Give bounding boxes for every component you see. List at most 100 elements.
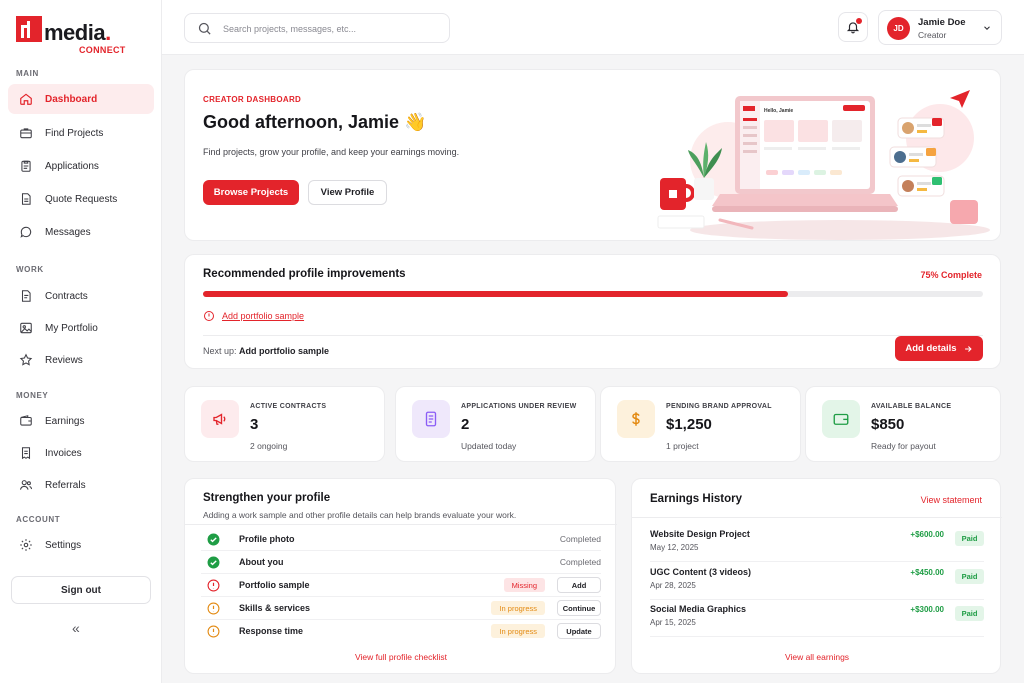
stat-label: PENDING BRAND APPROVAL: [666, 403, 772, 410]
hero-eyebrow: CREATOR DASHBOARD: [203, 95, 302, 104]
alert-circle-icon: [204, 311, 214, 321]
checklist-label: Response time: [239, 626, 304, 636]
sidebar-item-label: My Portfolio: [45, 322, 98, 334]
stat-label: AVAILABLE BALANCE: [871, 403, 952, 410]
earning-project-name: Social Media Graphics: [650, 604, 747, 614]
add-portfolio-sample-link[interactable]: Add portfolio sample: [203, 310, 304, 322]
sidebar-item-messages[interactable]: Messages: [8, 217, 154, 247]
screen-greeting: Hello, Jamie: [764, 108, 793, 114]
improvements-title: Recommended profile improvements: [203, 268, 406, 280]
earning-date: Apr 15, 2025: [650, 618, 696, 627]
notifications-button[interactable]: [838, 12, 868, 42]
sidebar-item-contracts[interactable]: Contracts: [8, 281, 154, 311]
megaphone-icon: [201, 400, 239, 438]
checklist-row-skills-services: Skills & services In progress Continue: [201, 598, 601, 620]
star-icon: [19, 353, 33, 367]
checklist-label: Profile photo: [239, 534, 295, 544]
clipboard-icon: [19, 159, 33, 173]
browse-projects-button[interactable]: Browse Projects: [203, 180, 299, 205]
stat-subtext: Ready for payout: [871, 441, 936, 451]
status-badge-in-progress: In progress: [491, 601, 545, 615]
view-full-checklist-link[interactable]: View full profile checklist: [185, 652, 617, 662]
sidebar-item-quote-requests[interactable]: Quote Requests: [8, 184, 154, 214]
sidebar-item-label: Quote Requests: [45, 193, 118, 205]
dashboard-illustration: Hello, Jamie: [657, 90, 990, 240]
wallet-icon: [822, 400, 860, 438]
search-box[interactable]: [184, 13, 450, 43]
checklist-status: Completed: [559, 534, 601, 544]
search-input[interactable]: [223, 20, 443, 38]
file-list-icon: [412, 400, 450, 438]
status-badge-missing: Missing: [503, 578, 545, 592]
user-menu[interactable]: JD Jamie Doe Creator: [878, 10, 1002, 45]
arrow-right-icon: [964, 345, 972, 352]
notification-dot: [856, 18, 862, 24]
view-profile-button[interactable]: View Profile: [308, 180, 387, 205]
nav-section-work: WORK: [16, 265, 44, 274]
view-statement-link[interactable]: View statement: [921, 495, 982, 505]
stat-subtext: Updated today: [461, 441, 517, 451]
gear-icon: [19, 538, 33, 552]
collapse-sidebar-icon[interactable]: «: [72, 620, 80, 636]
stat-card-pending-brand-approval: PENDING BRAND APPROVAL $1,250 1 project: [600, 386, 801, 462]
chat-icon: [19, 225, 33, 239]
divider: [632, 517, 1002, 518]
sidebar-item-applications[interactable]: Applications: [8, 151, 154, 181]
alert-circle-icon: [207, 625, 220, 638]
users-icon: [19, 478, 33, 492]
user-role: Creator: [918, 30, 947, 40]
add-button[interactable]: Add: [557, 577, 601, 593]
avatar: JD: [887, 17, 910, 40]
sidebar-item-reviews[interactable]: Reviews: [8, 345, 154, 375]
sidebar-item-find-projects[interactable]: Find Projects: [8, 118, 154, 148]
stat-subtext: 2 ongoing: [250, 441, 288, 451]
sidebar-item-invoices[interactable]: Invoices: [8, 438, 154, 468]
brand-subtitle: CONNECT: [79, 45, 126, 55]
view-all-earnings-link[interactable]: View all earnings: [632, 652, 1002, 662]
earnings-row: Social Media Graphics Apr 15, 2025 +$300…: [650, 600, 984, 637]
strengthen-title: Strengthen your profile: [203, 492, 331, 504]
stat-value: 3: [250, 416, 259, 433]
add-details-button[interactable]: Add details: [895, 336, 983, 361]
sign-out-button[interactable]: Sign out: [11, 576, 151, 604]
earning-date: May 12, 2025: [650, 543, 699, 552]
sidebar-item-label: Applications: [45, 160, 99, 172]
sidebar-item-label: Messages: [45, 226, 91, 238]
invoice-icon: [19, 446, 33, 460]
sidebar-item-label: Reviews: [45, 354, 83, 366]
image-icon: [19, 321, 33, 335]
stat-card-active-contracts: ACTIVE CONTRACTS 3 2 ongoing: [184, 386, 385, 462]
checklist-label: Portfolio sample: [239, 580, 310, 590]
logo-mark-icon: [16, 16, 42, 42]
nav-section-money: MONEY: [16, 391, 49, 400]
brand-logo[interactable]: media. CONNECT: [16, 16, 126, 56]
strengthen-profile-card: Strengthen your profile Adding a work sa…: [184, 478, 617, 674]
sidebar-item-referrals[interactable]: Referrals: [8, 470, 154, 500]
sidebar-item-label: Contracts: [45, 290, 88, 302]
continue-button[interactable]: Continue: [557, 600, 601, 616]
sidebar-item-my-portfolio[interactable]: My Portfolio: [8, 313, 154, 343]
strengthen-subtitle: Adding a work sample and other profile d…: [203, 510, 517, 520]
document-icon: [19, 192, 33, 206]
checklist-row-about-you: About you Completed: [201, 552, 601, 574]
checklist-label: About you: [239, 557, 284, 567]
hero-description: Find projects, grow your profile, and ke…: [203, 147, 460, 157]
sidebar-item-settings[interactable]: Settings: [8, 530, 154, 560]
nav-section-account: ACCOUNT: [16, 515, 61, 524]
earnings-row: Website Design Project May 12, 2025 +$60…: [650, 525, 984, 562]
stat-value: $1,250: [666, 416, 712, 433]
check-circle-icon: [207, 556, 220, 569]
profile-improvements-card: Recommended profile improvements 75% Com…: [184, 254, 1001, 369]
sidebar-item-earnings[interactable]: Earnings: [8, 406, 154, 436]
update-button[interactable]: Update: [557, 623, 601, 639]
completion-progress-bar: [203, 291, 983, 297]
search-icon: [198, 22, 211, 35]
stat-card-applications-under-review: APPLICATIONS UNDER REVIEW 2 Updated toda…: [395, 386, 596, 462]
sidebar-item-dashboard[interactable]: Dashboard: [8, 84, 154, 114]
divider: [203, 335, 983, 336]
checklist-status: Completed: [559, 557, 601, 567]
add-portfolio-sample-label: Add portfolio sample: [222, 311, 305, 321]
alert-circle-icon: [207, 602, 220, 615]
top-header: JD Jamie Doe Creator: [162, 0, 1024, 55]
dollar-icon: [617, 400, 655, 438]
